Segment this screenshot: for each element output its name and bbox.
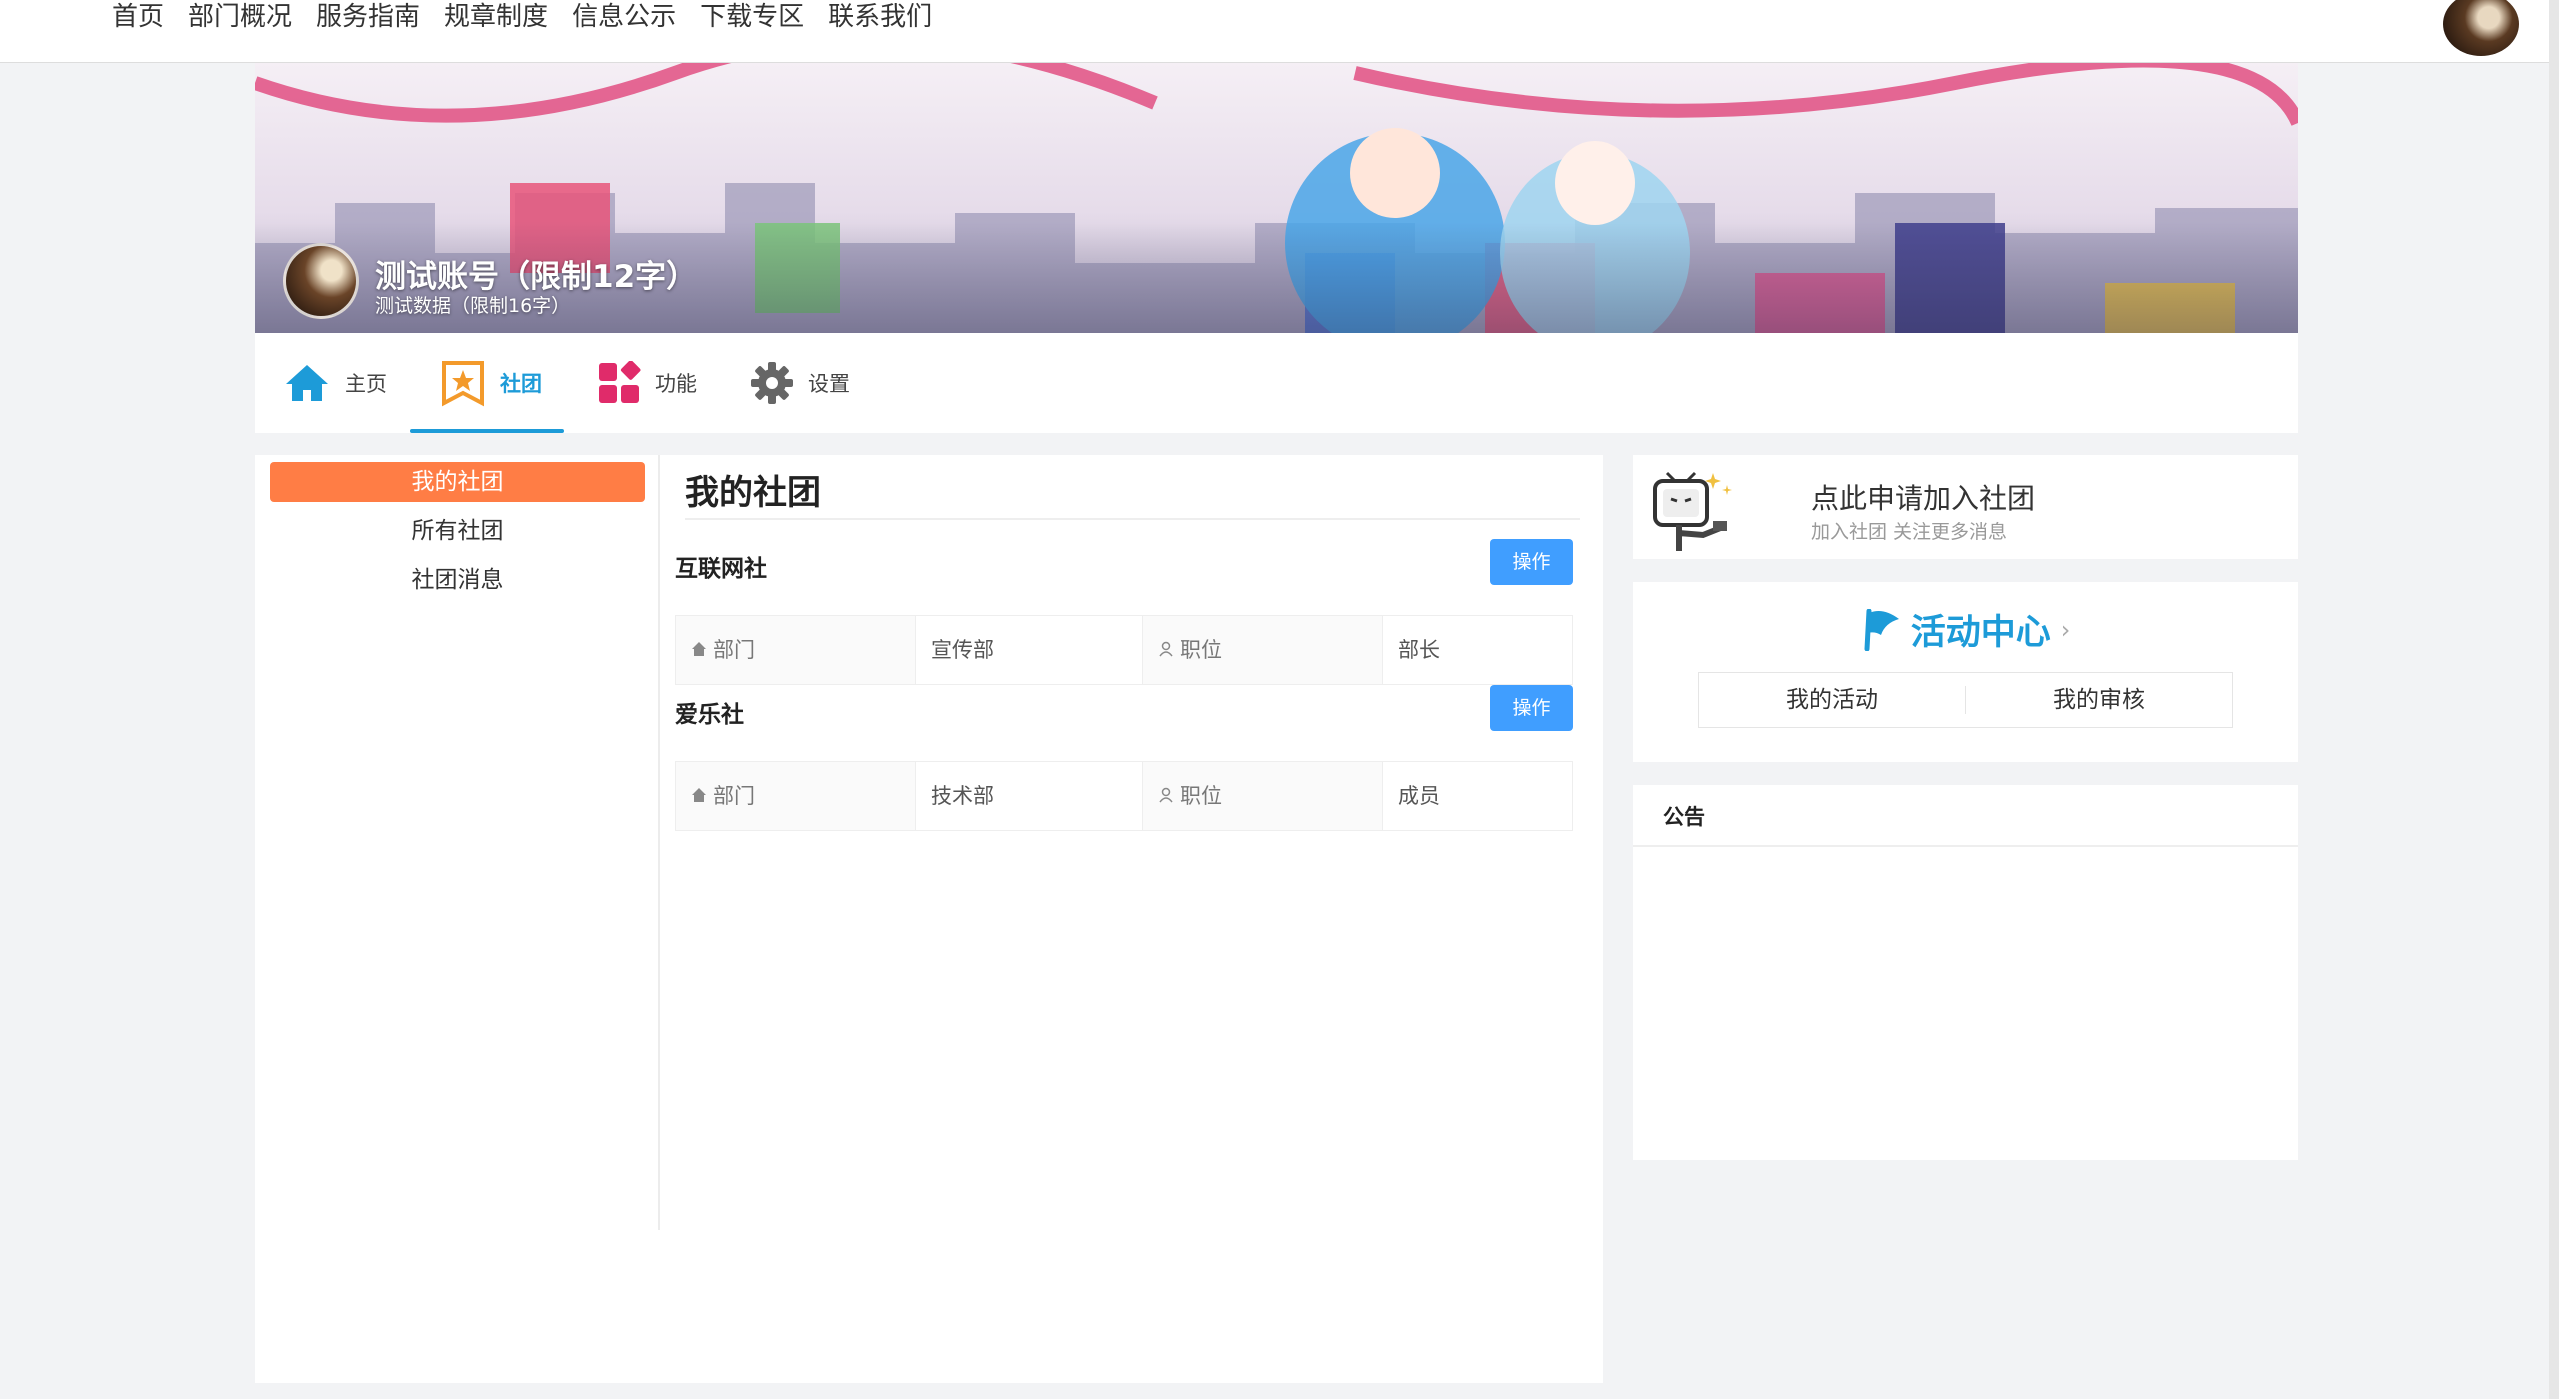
tab-functions[interactable]: 功能 [597,333,697,433]
profile-description: 测试数据（限制16字） [375,295,571,317]
activity-center-card: 活动中心 › 我的活动 我的审核 [1633,582,2298,762]
top-nav-links: 首页 部门概况 服务指南 规章制度 信息公示 下载专区 联系我们 [100,0,944,34]
role-key-cell: 职位 [1143,762,1383,830]
side-menu-all-clubs[interactable]: 所有社团 [270,511,645,551]
club-name: 爱乐社 [675,702,744,728]
profile-avatar[interactable] [283,243,359,319]
tab-home-label: 主页 [345,372,387,396]
house-icon [692,642,706,656]
page-title: 我的社团 [685,473,821,513]
flag-icon [1864,608,1899,651]
chevron-right-icon: › [2060,615,2071,644]
club-side-menu: 我的社团 所有社团 社团消息 [255,455,660,1230]
active-tab-indicator [410,429,564,433]
my-reviews-button[interactable]: 我的审核 [1966,673,2232,727]
nav-link-contact[interactable]: 联系我们 [816,0,944,34]
role-value: 部长 [1398,638,1440,662]
top-navigation-bar: 首页 部门概况 服务指南 规章制度 信息公示 下载专区 联系我们 [0,0,2559,63]
main-content-card: 我的社团 所有社团 社团消息 我的社团 互联网社 操作 部门 宣传部 职位 部长… [255,455,1603,1383]
role-key-cell: 职位 [1143,616,1383,684]
role-key-label: 职位 [1180,638,1222,662]
tab-functions-label: 功能 [655,372,697,396]
top-user-avatar[interactable] [2443,0,2519,56]
join-club-card[interactable]: 点此申请加入社团 加入社团 关注更多消息 [1633,455,2298,559]
title-divider [685,518,1580,520]
club-action-button[interactable]: 操作 [1490,685,1573,731]
tab-settings-label: 设置 [808,372,850,396]
my-activities-button[interactable]: 我的活动 [1699,673,1965,727]
house-icon [692,788,706,802]
side-menu-my-clubs[interactable]: 我的社团 [270,462,645,502]
notice-divider [1633,845,2298,847]
page-scrollbar[interactable] [2549,0,2559,1399]
club-info-table: 部门 宣传部 职位 部长 [675,615,1573,685]
nav-link-department[interactable]: 部门概况 [176,0,304,34]
role-key-label: 职位 [1180,784,1222,808]
department-key-cell: 部门 [676,616,916,684]
nav-link-home[interactable]: 首页 [100,0,176,34]
nav-link-downloads[interactable]: 下载专区 [688,0,816,34]
nav-link-service-guide[interactable]: 服务指南 [304,0,432,34]
department-key-label: 部门 [713,638,755,662]
activity-buttons: 我的活动 我的审核 [1698,672,2233,728]
club-name: 互联网社 [675,556,767,582]
join-club-title: 点此申请加入社团 [1811,482,2036,515]
side-menu-club-messages[interactable]: 社团消息 [270,560,645,600]
join-club-subtitle: 加入社团 关注更多消息 [1811,521,2008,543]
department-value: 技术部 [916,762,1143,830]
grid-shapes-icon [599,361,641,403]
tab-home[interactable]: 主页 [283,333,387,433]
user-icon [1159,641,1173,657]
gear-icon [751,362,793,404]
department-value: 宣传部 [916,616,1143,684]
activity-center-title: 活动中心 [1910,613,2051,653]
department-key-label: 部门 [713,784,755,808]
club-info-table: 部门 技术部 职位 成员 [675,761,1573,831]
user-icon [1159,787,1173,803]
notice-title: 公告 [1663,805,1705,829]
activity-center-header[interactable]: 活动中心 › [1633,604,2298,655]
department-key-cell: 部门 [676,762,916,830]
profile-tabs: 主页 社团 功能 设置 [255,333,2298,433]
tv-mascot-icon [1653,471,1732,551]
nav-link-regulations[interactable]: 规章制度 [432,0,560,34]
notice-card: 公告 [1633,785,2298,1160]
star-badge-icon [442,361,484,407]
role-value: 成员 [1398,784,1440,808]
home-icon [286,365,328,401]
club-action-button[interactable]: 操作 [1490,539,1573,585]
nav-link-public-info[interactable]: 信息公示 [560,0,688,34]
tab-settings[interactable]: 设置 [750,333,850,433]
tab-clubs[interactable]: 社团 [440,333,542,433]
profile-name: 测试账号（限制12字） [375,259,698,295]
tab-clubs-label: 社团 [500,372,542,396]
profile-banner: 测试账号（限制12字） 测试数据（限制16字） [255,63,2298,333]
